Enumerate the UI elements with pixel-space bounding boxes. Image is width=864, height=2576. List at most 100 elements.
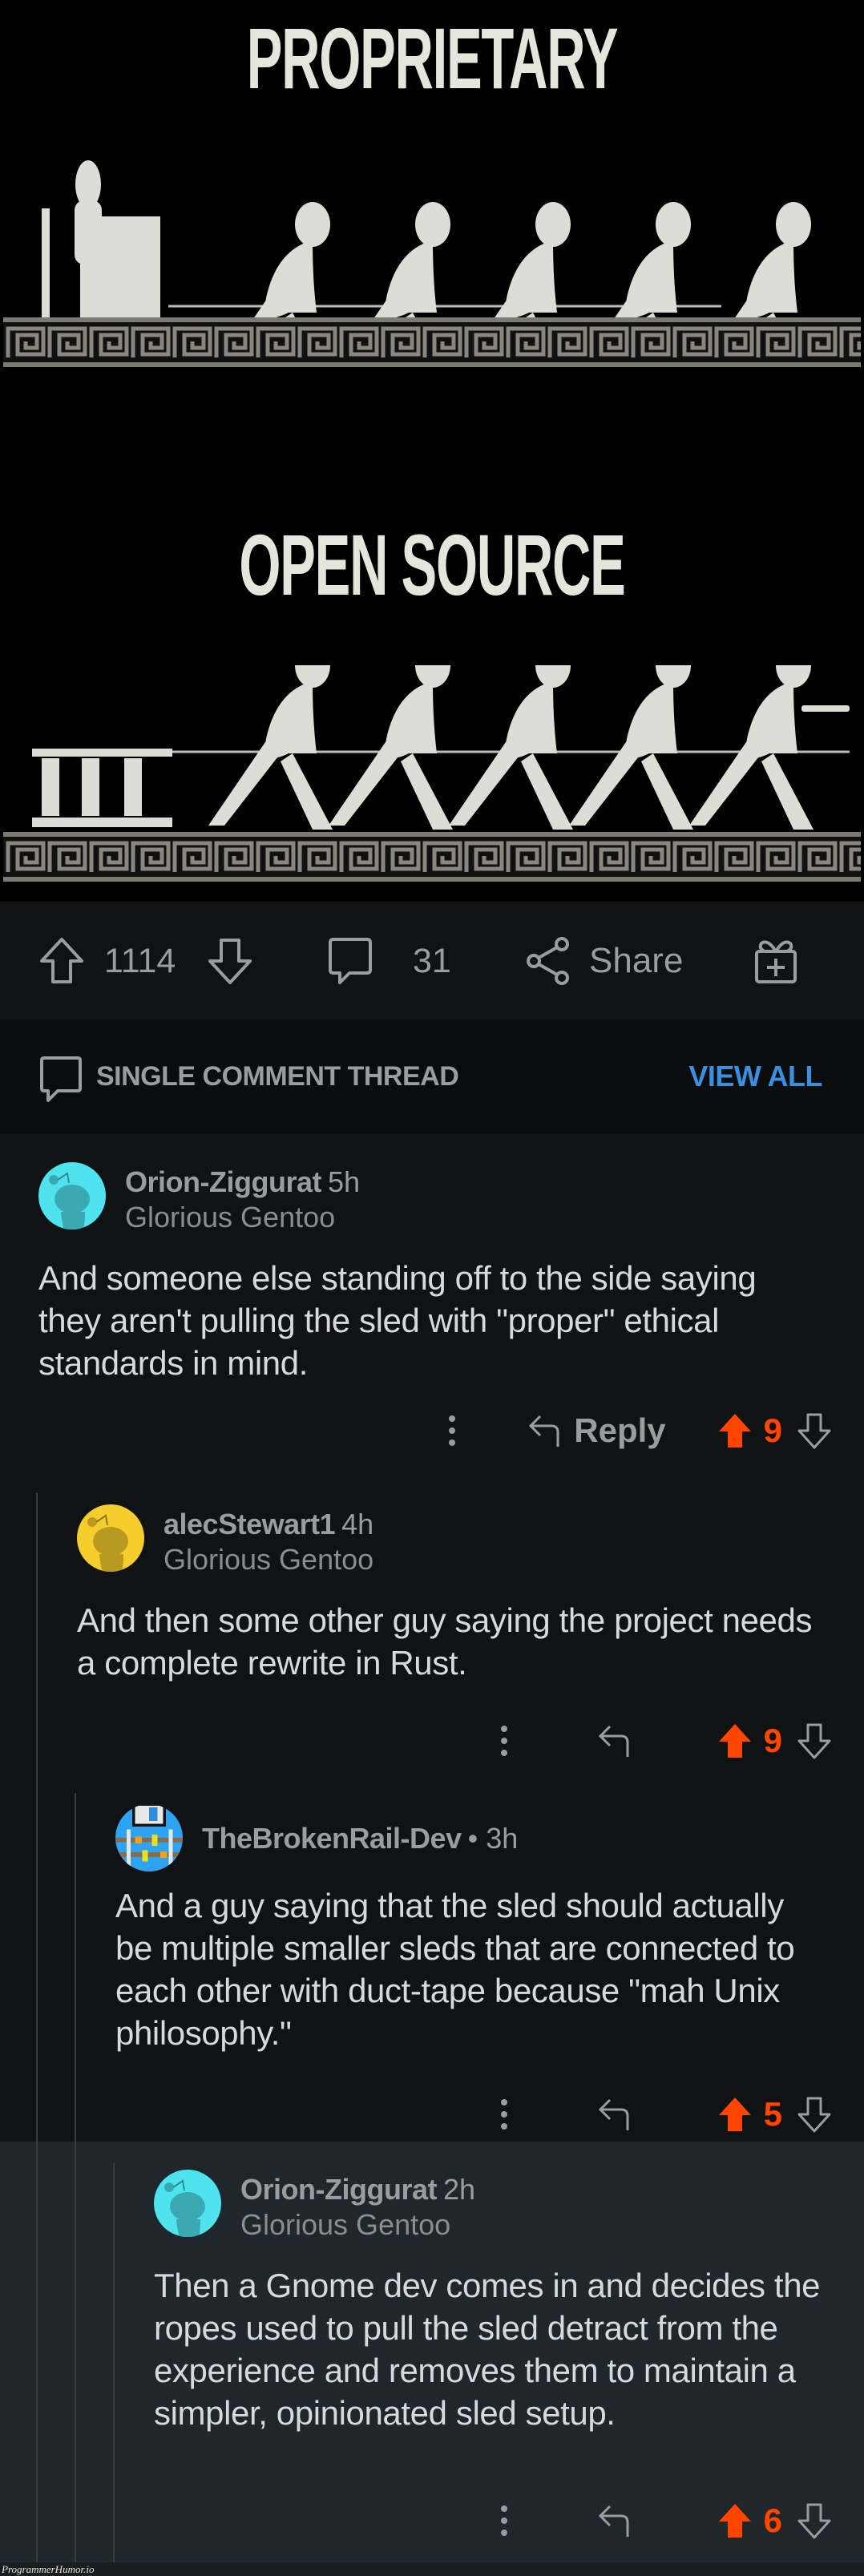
- comment-timestamp: • 3h: [467, 1822, 519, 1855]
- downvote-button[interactable]: [797, 1412, 832, 1449]
- arrow-up-filled-icon: [718, 2504, 751, 2538]
- comment-score: 6: [763, 2501, 782, 2539]
- more-options-button[interactable]: [499, 2098, 509, 2130]
- comments-button[interactable]: [327, 937, 373, 985]
- user-flair: Glorious Gentoo: [125, 1201, 336, 1233]
- arrow-down-outline-icon: [797, 2097, 831, 2133]
- comment-body: And someone else standing off to the sid…: [38, 1259, 757, 1382]
- greek-key-frieze: [3, 832, 861, 882]
- arrow-up-outline-icon: [40, 938, 83, 983]
- reply-arrow-icon: [529, 1415, 559, 1447]
- arrow-down-outline-icon: [208, 939, 252, 984]
- arrow-down-outline-icon: [797, 1723, 831, 1759]
- downvote-button[interactable]: [797, 2502, 832, 2539]
- comment-count: 31: [413, 941, 451, 980]
- share-button[interactable]: Share: [525, 937, 683, 985]
- more-options-button[interactable]: [447, 1415, 457, 1447]
- comment-username[interactable]: Orion-Ziggurat: [240, 2173, 437, 2206]
- upvote-button-active[interactable]: [717, 2502, 753, 2539]
- comment-timestamp: 4h: [341, 1508, 374, 1540]
- comment-username[interactable]: TheBrokenRail-Dev: [202, 1822, 462, 1855]
- kebab-menu-icon: [500, 1726, 507, 1756]
- arrow-up-filled-icon: [718, 2098, 751, 2131]
- avatar-icon: [77, 1504, 144, 1572]
- comment-body: And a guy saying that the sled should ac…: [115, 1887, 795, 2052]
- single-comment-thread-header: SINGLE COMMENT THREAD VIEW ALL: [0, 1019, 864, 1134]
- award-button[interactable]: [753, 937, 798, 985]
- speech-bubble-icon: [329, 938, 372, 984]
- throne-back: [42, 208, 50, 321]
- helmeted-leader-pulling: [689, 665, 850, 830]
- meme-image[interactable]: PROPRIETARY OPEN SOURCE: [0, 0, 864, 902]
- open-source-scene-illustration: [32, 665, 850, 830]
- thread-line-depth-1[interactable]: [36, 1493, 38, 2562]
- upvote-button-active[interactable]: [717, 2096, 753, 2133]
- user-flair: Glorious Gentoo: [164, 1543, 374, 1576]
- share-nodes-icon: [527, 937, 569, 985]
- comment-username[interactable]: Orion-Ziggurat: [125, 1165, 321, 1198]
- downvote-button[interactable]: [797, 1722, 832, 1759]
- meme-caption-top: PROPRIETARY: [246, 10, 619, 107]
- comment: Orion-Ziggurat 5h Glorious Gentoo And som…: [38, 1162, 864, 1467]
- speech-bubble-icon: [40, 1056, 82, 1102]
- snoo-avatar-cyan[interactable]: [38, 1162, 106, 1229]
- thread-line-depth-2[interactable]: [75, 1793, 76, 2562]
- upvote-button-active[interactable]: [717, 1722, 753, 1759]
- proprietary-scene-illustration: [42, 160, 811, 321]
- kebab-menu-icon: [449, 1415, 456, 1446]
- snoo-avatar-cyan[interactable]: [154, 2170, 221, 2237]
- watermark-text: ProgrammerHumor.io: [2, 2563, 95, 2575]
- gift-plus-icon: [755, 940, 797, 983]
- comment-actions: Reply 9: [447, 1407, 832, 1455]
- comment-score: 5: [763, 2095, 782, 2133]
- reply-button[interactable]: [597, 2097, 631, 2132]
- watermark-bar: ProgrammerHumor.io: [0, 2562, 864, 2576]
- comment-timestamp: 5h: [327, 1165, 361, 1198]
- reply-arrow-icon: [598, 2505, 629, 2537]
- comment: alecStewart1 4h Glorious Gentoo And then …: [77, 1504, 864, 1793]
- upvote-button-active[interactable]: [717, 1412, 753, 1449]
- comment-timestamp: 2h: [442, 2173, 476, 2206]
- avatar-icon: [154, 2170, 221, 2237]
- arrow-up-filled-icon: [718, 1414, 751, 1447]
- more-options-button[interactable]: [499, 1725, 509, 1757]
- share-label: Share: [589, 941, 684, 980]
- arrow-down-outline-icon: [797, 1413, 831, 1449]
- greek-key-frieze: [3, 317, 861, 367]
- reply-button[interactable]: Reply: [527, 1411, 666, 1450]
- pixel-art-avatar[interactable]: [115, 1804, 183, 1871]
- more-options-button[interactable]: [499, 2505, 509, 2537]
- comment-username[interactable]: alecStewart1: [164, 1508, 336, 1540]
- comment: TheBrokenRail-Dev • 3h And a guy saying t…: [115, 1804, 864, 2141]
- kebab-menu-icon: [500, 2099, 507, 2130]
- view-all-link[interactable]: VIEW ALL: [688, 1060, 822, 1093]
- comment-actions: 6: [499, 2497, 832, 2545]
- avatar-icon: [38, 1162, 106, 1229]
- thread-line-depth-3[interactable]: [113, 2163, 115, 2562]
- upvote-button[interactable]: [38, 937, 85, 985]
- comment-body: Then a Gnome dev comes in and decides th…: [154, 2267, 821, 2432]
- comment-thread: Orion-Ziggurat 5h Glorious Gentoo And som…: [0, 1134, 864, 2562]
- avatar-icon: [115, 1804, 183, 1871]
- reply-label: Reply: [574, 1411, 666, 1449]
- kebab-menu-icon: [500, 2505, 507, 2536]
- post-score: 1114: [104, 941, 176, 980]
- comment-body: And then some other guy saying the proje…: [77, 1601, 813, 1682]
- downvote-button[interactable]: [797, 2096, 832, 2133]
- post-action-bar: 1114 31 Share: [0, 902, 864, 1019]
- downvote-button[interactable]: [207, 937, 253, 985]
- meme-caption-bottom: OPEN SOURCE: [239, 516, 625, 613]
- comment-highlighted: Orion-Ziggurat 2h Glorious Gentoo Then a …: [154, 2170, 864, 2554]
- thread-label: SINGLE COMMENT THREAD: [96, 1061, 459, 1092]
- reply-button[interactable]: [597, 1723, 631, 1758]
- reply-arrow-icon: [598, 1725, 629, 1757]
- comment-score: 9: [763, 1411, 782, 1449]
- reply-arrow-icon: [598, 2098, 629, 2130]
- arrow-up-filled-icon: [718, 1724, 751, 1758]
- snoo-avatar-yellow[interactable]: [77, 1504, 144, 1572]
- arrow-down-outline-icon: [797, 2503, 831, 2539]
- reply-button[interactable]: [597, 2503, 631, 2538]
- comment-actions: 5: [499, 2090, 832, 2138]
- comment-actions: 9: [499, 1717, 832, 1765]
- comment-score: 9: [763, 1722, 782, 1759]
